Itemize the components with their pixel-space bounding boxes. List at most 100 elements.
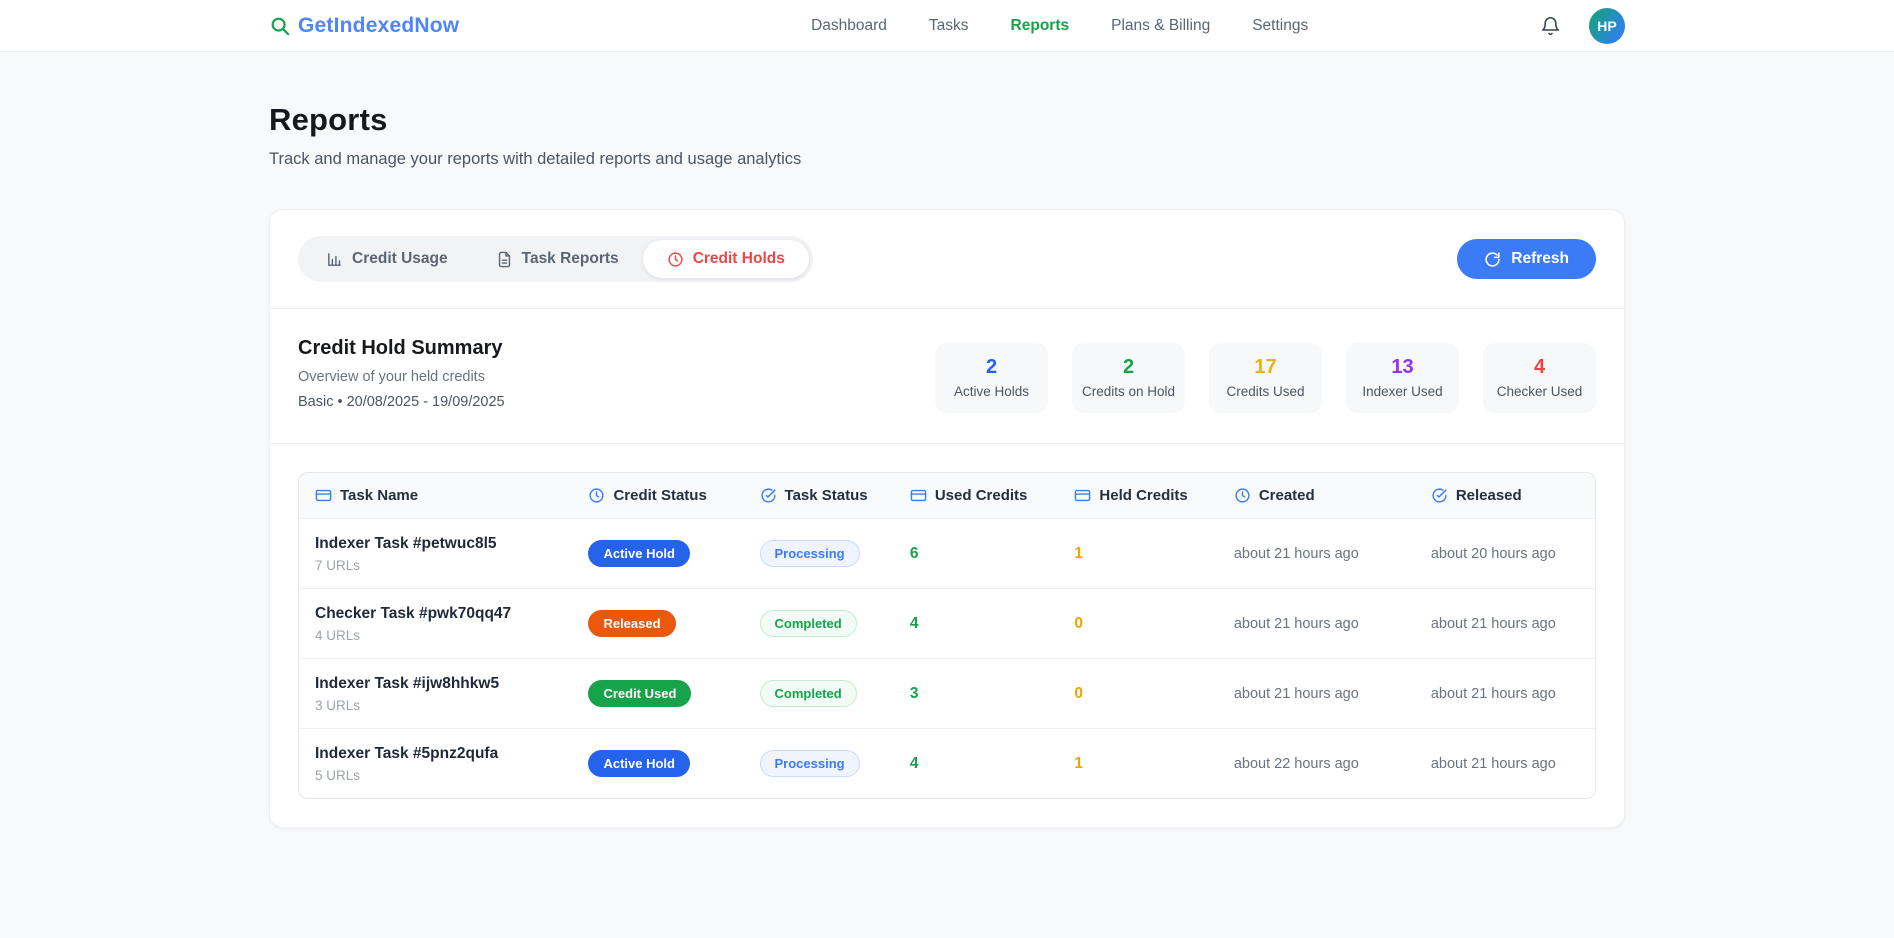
stat-indexer-used: 13 Indexer Used xyxy=(1346,343,1459,413)
clock-icon xyxy=(1234,487,1251,504)
page-subtitle: Track and manage your reports with detai… xyxy=(269,150,1625,169)
col-released: Released xyxy=(1456,487,1522,504)
stat-value: 4 xyxy=(1491,356,1588,379)
credit-card-icon xyxy=(1074,487,1091,504)
held-credits-value: 1 xyxy=(1074,755,1083,772)
refresh-label: Refresh xyxy=(1511,250,1569,268)
task-name: Indexer Task #petwuc8l5 xyxy=(315,535,562,553)
file-icon xyxy=(496,251,513,268)
stat-label: Active Holds xyxy=(943,384,1040,399)
task-name: Checker Task #pwk70qq47 xyxy=(315,605,562,623)
stat-label: Checker Used xyxy=(1491,384,1588,399)
held-credits-value: 0 xyxy=(1074,615,1083,632)
table-row: Indexer Task #ijw8hhkw5 3 URLs Credit Us… xyxy=(299,658,1595,728)
task-status-badge: Completed xyxy=(760,610,857,637)
task-status-badge: Processing xyxy=(760,540,860,567)
created-time: about 21 hours ago xyxy=(1234,686,1359,702)
stat-label: Credits on Hold xyxy=(1080,384,1177,399)
refresh-button[interactable]: Refresh xyxy=(1457,239,1596,279)
credit-status-badge: Released xyxy=(588,610,675,637)
summary-plan-period: Basic • 20/08/2025 - 19/09/2025 xyxy=(298,394,505,410)
reports-card: Credit Usage Task Reports Credit Holds xyxy=(269,209,1625,828)
stat-value: 2 xyxy=(943,356,1040,379)
stat-value: 17 xyxy=(1217,356,1314,379)
credit-hold-summary: Credit Hold Summary Overview of your hel… xyxy=(270,309,1624,443)
table-row: Indexer Task #5pnz2qufa 5 URLs Active Ho… xyxy=(299,728,1595,798)
stat-credits-on-hold: 2 Credits on Hold xyxy=(1072,343,1185,413)
summary-subtitle: Overview of your held credits xyxy=(298,369,505,385)
task-status-badge: Completed xyxy=(760,680,857,707)
brand-name: GetIndexedNow xyxy=(298,14,459,38)
tab-credit-usage[interactable]: Credit Usage xyxy=(302,240,472,278)
nav-item-reports[interactable]: Reports xyxy=(1011,17,1070,35)
created-time: about 21 hours ago xyxy=(1234,616,1359,632)
held-credits-value: 1 xyxy=(1074,545,1083,562)
held-credits-value: 0 xyxy=(1074,685,1083,702)
released-time: about 20 hours ago xyxy=(1431,546,1556,562)
created-time: about 21 hours ago xyxy=(1234,546,1359,562)
credit-status-badge: Active Hold xyxy=(588,750,690,777)
used-credits-value: 4 xyxy=(910,615,919,632)
table-row: Checker Task #pwk70qq47 4 URLs Released … xyxy=(299,588,1595,658)
stat-checker-used: 4 Checker Used xyxy=(1483,343,1596,413)
page-title: Reports xyxy=(269,102,1625,138)
tab-label: Credit Holds xyxy=(693,250,785,268)
nav-item-plans-billing[interactable]: Plans & Billing xyxy=(1111,17,1210,35)
task-status-badge: Processing xyxy=(760,750,860,777)
credit-status-badge: Active Hold xyxy=(588,540,690,567)
stat-label: Credits Used xyxy=(1217,384,1314,399)
report-tabs: Credit Usage Task Reports Credit Holds xyxy=(298,236,813,282)
brand-logo[interactable]: GetIndexedNow xyxy=(269,14,459,38)
stat-active-holds: 2 Active Holds xyxy=(935,343,1048,413)
col-used-credits: Used Credits xyxy=(935,487,1028,504)
stat-value: 2 xyxy=(1080,356,1177,379)
summary-title: Credit Hold Summary xyxy=(298,337,505,360)
table-row: Indexer Task #petwuc8l5 7 URLs Active Ho… xyxy=(299,518,1595,588)
used-credits-value: 6 xyxy=(910,545,919,562)
notifications-button[interactable] xyxy=(1540,16,1561,37)
task-url-count: 3 URLs xyxy=(315,698,562,713)
credit-card-icon xyxy=(315,487,332,504)
nav-item-settings[interactable]: Settings xyxy=(1252,17,1308,35)
col-task-status: Task Status xyxy=(785,487,868,504)
released-time: about 21 hours ago xyxy=(1431,756,1556,772)
task-url-count: 7 URLs xyxy=(315,558,562,573)
stat-label: Indexer Used xyxy=(1354,384,1451,399)
nav-item-tasks[interactable]: Tasks xyxy=(929,17,969,35)
tab-task-reports[interactable]: Task Reports xyxy=(472,240,643,278)
refresh-icon xyxy=(1484,251,1501,268)
clock-icon xyxy=(667,251,684,268)
clock-icon xyxy=(588,487,605,504)
released-time: about 21 hours ago xyxy=(1431,686,1556,702)
tab-label: Task Reports xyxy=(522,250,619,268)
top-navigation-bar: GetIndexedNow Dashboard Tasks Reports Pl… xyxy=(0,0,1894,52)
col-task-name: Task Name xyxy=(340,487,418,504)
tab-label: Credit Usage xyxy=(352,250,448,268)
created-time: about 22 hours ago xyxy=(1234,756,1359,772)
summary-stats: 2 Active Holds 2 Credits on Hold 17 Cred… xyxy=(935,343,1596,413)
tab-credit-holds[interactable]: Credit Holds xyxy=(643,240,809,278)
check-circle-icon xyxy=(1431,487,1448,504)
task-url-count: 5 URLs xyxy=(315,768,562,783)
stat-credits-used: 17 Credits Used xyxy=(1209,343,1322,413)
credit-status-badge: Credit Used xyxy=(588,680,691,707)
credit-holds-table: Task Name Credit Status Task Status Used… xyxy=(298,472,1596,799)
task-url-count: 4 URLs xyxy=(315,628,562,643)
stat-value: 13 xyxy=(1354,356,1451,379)
col-credit-status: Credit Status xyxy=(613,487,706,504)
table-header-row: Task Name Credit Status Task Status Used… xyxy=(299,473,1595,518)
col-created: Created xyxy=(1259,487,1315,504)
bell-icon xyxy=(1540,16,1561,37)
bar-chart-icon xyxy=(326,251,343,268)
nav-item-dashboard[interactable]: Dashboard xyxy=(811,17,887,35)
task-name: Indexer Task #5pnz2qufa xyxy=(315,745,562,763)
released-time: about 21 hours ago xyxy=(1431,616,1556,632)
col-held-credits: Held Credits xyxy=(1099,487,1187,504)
check-circle-icon xyxy=(760,487,777,504)
user-avatar[interactable]: HP xyxy=(1589,8,1625,44)
credit-card-icon xyxy=(910,487,927,504)
used-credits-value: 4 xyxy=(910,755,919,772)
main-nav: Dashboard Tasks Reports Plans & Billing … xyxy=(811,17,1308,35)
used-credits-value: 3 xyxy=(910,685,919,702)
search-icon xyxy=(269,15,291,37)
